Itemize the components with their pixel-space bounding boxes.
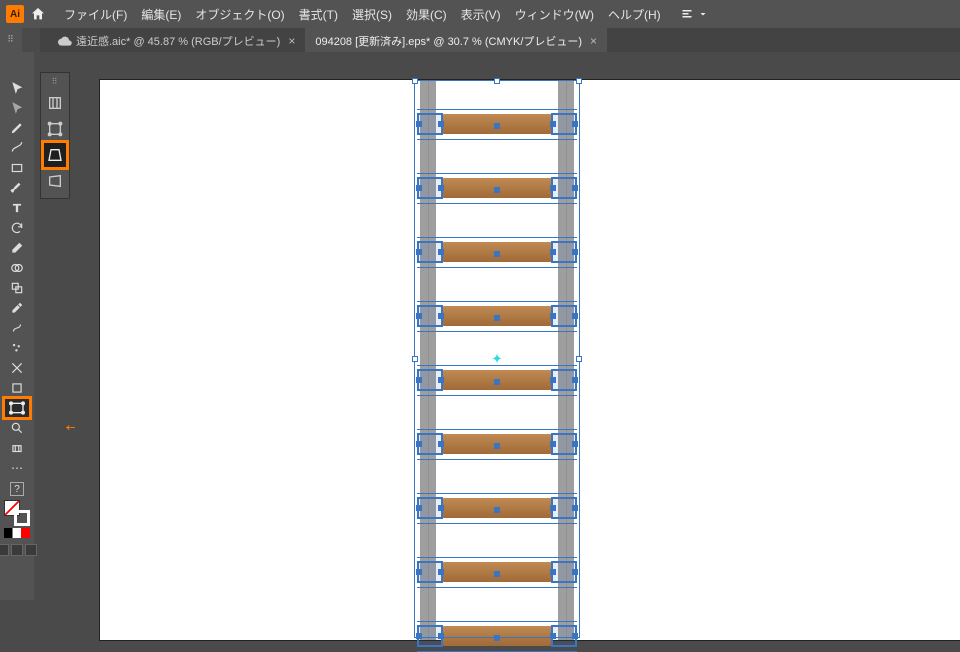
selection-tool[interactable] bbox=[4, 78, 30, 98]
artboard-tool[interactable] bbox=[4, 378, 30, 398]
document-tab-1[interactable]: 遠近感.aic* @ 45.87 % (RGB/プレビュー) × bbox=[48, 28, 305, 52]
menu-type[interactable]: 書式(T) bbox=[299, 6, 338, 23]
perspective-distort-tool[interactable] bbox=[43, 142, 67, 168]
color-mode-row[interactable] bbox=[4, 528, 30, 538]
cloud-icon bbox=[58, 36, 72, 46]
blend-tool[interactable] bbox=[4, 318, 30, 338]
rectangle-tool[interactable] bbox=[4, 158, 30, 178]
fill-stroke-swatch[interactable] bbox=[4, 500, 30, 526]
menu-edit[interactable]: 編集(E) bbox=[141, 6, 181, 23]
grip-icon: ⠿ bbox=[7, 34, 15, 45]
slice-tool[interactable] bbox=[4, 358, 30, 378]
selection-bounding-box[interactable]: ✦ bbox=[414, 80, 580, 638]
eraser-tool[interactable] bbox=[4, 238, 30, 258]
chevron-down-icon bbox=[697, 8, 709, 20]
grip-icon[interactable]: ⠿ bbox=[52, 77, 59, 86]
menu-bar: Ai ファイル(F) 編集(E) オブジェクト(O) 書式(T) 選択(S) 効… bbox=[0, 0, 960, 28]
center-point-icon: ✦ bbox=[491, 351, 503, 368]
tab-close-1[interactable]: × bbox=[288, 34, 295, 48]
menu-select[interactable]: 選択(S) bbox=[352, 6, 392, 23]
menu-items: ファイル(F) 編集(E) オブジェクト(O) 書式(T) 選択(S) 効果(C… bbox=[64, 6, 661, 23]
menu-window[interactable]: ウィンドウ(W) bbox=[515, 6, 594, 23]
draw-mode-row[interactable] bbox=[0, 544, 37, 556]
tab-close-2[interactable]: × bbox=[590, 34, 597, 48]
edit-toolbar[interactable]: ⋯ bbox=[4, 458, 30, 478]
handle-tr[interactable] bbox=[576, 78, 582, 84]
handle-mr[interactable] bbox=[576, 356, 582, 362]
free-transform-tool[interactable] bbox=[4, 398, 30, 418]
curvature-tool[interactable] bbox=[4, 138, 30, 158]
help-button[interactable]: ? bbox=[10, 482, 24, 496]
workspace-switcher[interactable] bbox=[681, 8, 709, 20]
document-tab-bar: 遠近感.aic* @ 45.87 % (RGB/プレビュー) × 094208 … bbox=[40, 28, 960, 52]
document-tab-2[interactable]: 094208 [更新済み].eps* @ 30.7 % (CMYK/プレビュー)… bbox=[305, 28, 607, 52]
type-tool[interactable] bbox=[4, 198, 30, 218]
document-tab-2-label: 094208 [更新済み].eps* @ 30.7 % (CMYK/プレビュー) bbox=[315, 33, 582, 49]
shape-builder-tool[interactable] bbox=[4, 258, 30, 278]
eyedropper-tool[interactable] bbox=[4, 298, 30, 318]
free-transform-flyout: ⠿ bbox=[40, 72, 70, 199]
hand-tool[interactable] bbox=[4, 438, 30, 458]
constrain-tool[interactable] bbox=[43, 90, 67, 116]
menu-view[interactable]: 表示(V) bbox=[461, 6, 501, 23]
stroke-swatch[interactable] bbox=[14, 510, 30, 526]
tool-palette: ⋯ ? bbox=[0, 52, 34, 600]
rotate-tool[interactable] bbox=[4, 218, 30, 238]
document-tab-1-label: 遠近感.aic* @ 45.87 % (RGB/プレビュー) bbox=[76, 33, 280, 49]
direct-selection-tool[interactable] bbox=[4, 98, 30, 118]
symbol-sprayer-tool[interactable] bbox=[4, 338, 30, 358]
free-transform-subtool[interactable] bbox=[43, 116, 67, 142]
handle-tm[interactable] bbox=[494, 78, 500, 84]
handle-tl[interactable] bbox=[412, 78, 418, 84]
canvas-area[interactable]: ✦ bbox=[75, 52, 960, 600]
free-distort-tool[interactable] bbox=[43, 168, 67, 194]
handle-ml[interactable] bbox=[412, 356, 418, 362]
scale-tool[interactable] bbox=[4, 278, 30, 298]
zoom-tool[interactable] bbox=[4, 418, 30, 438]
menu-object[interactable]: オブジェクト(O) bbox=[195, 6, 284, 23]
menu-help[interactable]: ヘルプ(H) bbox=[608, 6, 661, 23]
menu-file[interactable]: ファイル(F) bbox=[64, 6, 127, 23]
pen-tool[interactable] bbox=[4, 118, 30, 138]
app-logo-icon: Ai bbox=[6, 5, 24, 23]
home-icon[interactable] bbox=[28, 4, 48, 24]
menu-effect[interactable]: 効果(C) bbox=[406, 6, 447, 23]
brush-tool[interactable] bbox=[4, 178, 30, 198]
